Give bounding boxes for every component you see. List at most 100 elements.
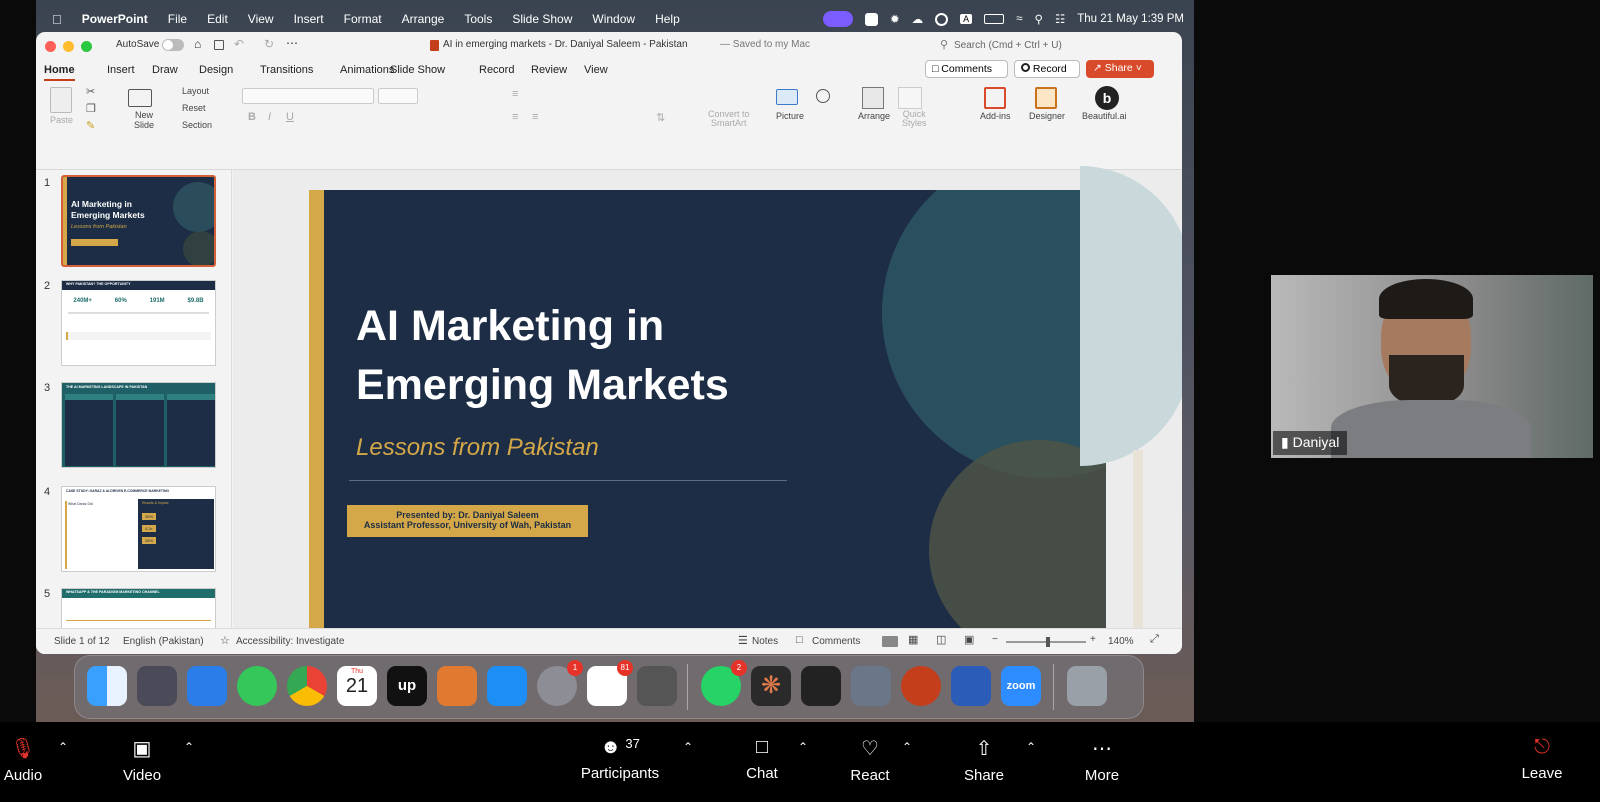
share-options-chevron-icon[interactable]: ⌃ xyxy=(1026,740,1036,754)
participant-video[interactable]: ▮ Daniyal xyxy=(1271,275,1593,458)
zoom-menu-icon[interactable] xyxy=(865,12,879,26)
zoom-app-icon[interactable]: zoom xyxy=(1001,666,1041,706)
finder-icon[interactable] xyxy=(87,666,127,706)
save-icon[interactable] xyxy=(214,40,224,50)
battery-icon[interactable] xyxy=(984,14,1005,24)
section-button[interactable]: Section xyxy=(182,120,212,130)
participants-options-chevron-icon[interactable]: ⌃ xyxy=(683,740,693,754)
more-options-icon[interactable]: ⋯ xyxy=(286,36,298,50)
font-name-dropdown[interactable] xyxy=(242,88,374,104)
wifi-icon[interactable]: ≈ xyxy=(1016,13,1022,25)
home-icon[interactable]: ⌂ xyxy=(194,37,201,51)
minimize-window-button[interactable] xyxy=(63,41,74,52)
tab-design[interactable]: Design xyxy=(199,64,233,76)
normal-view-icon[interactable] xyxy=(882,636,898,647)
zoom-in-icon[interactable]: + xyxy=(1090,634,1096,645)
word-icon[interactable] xyxy=(951,666,991,706)
share-button[interactable]: ↗ Share ˅ xyxy=(1086,60,1154,78)
menu-help[interactable]: Help xyxy=(655,12,680,26)
chrome-icon[interactable] xyxy=(287,666,327,706)
tab-insert[interactable]: Insert xyxy=(107,64,135,76)
menu-app-name[interactable]: PowerPoint xyxy=(82,12,148,26)
upwork-icon[interactable]: up xyxy=(387,666,427,706)
slide-editing-canvas[interactable]: AI Marketing in Emerging Markets Lessons… xyxy=(233,166,1182,654)
menu-window[interactable]: Window xyxy=(592,12,635,26)
spotlight-search-icon[interactable]: ⚲ xyxy=(1035,12,1043,26)
slide-title-line-1[interactable]: AI Marketing in xyxy=(356,302,664,351)
leave-button[interactable]: ⎋ Leave xyxy=(1520,736,1564,782)
email-client-icon[interactable] xyxy=(437,666,477,706)
slide-subtitle[interactable]: Lessons from Pakistan xyxy=(356,434,599,462)
slide-title-line-2[interactable]: Emerging Markets xyxy=(356,361,729,410)
new-slide-label[interactable]: New Slide xyxy=(134,110,154,130)
app-store-icon[interactable] xyxy=(487,666,527,706)
status-comments-button[interactable]: Comments xyxy=(812,636,860,647)
video-options-chevron-icon[interactable]: ⌃ xyxy=(184,740,194,754)
share-screen-button[interactable]: ⇧ Share xyxy=(962,736,1006,784)
zoom-out-icon[interactable]: − xyxy=(992,634,998,645)
more-button[interactable]: ⋯ More xyxy=(1080,736,1124,784)
messages-icon[interactable] xyxy=(237,666,277,706)
bold-icon[interactable]: B xyxy=(248,111,256,123)
designer-icon[interactable] xyxy=(1035,87,1057,109)
participants-button[interactable]: ☻ 37 Participants xyxy=(576,736,664,782)
convert-smartart-button[interactable]: Convert to SmartArt xyxy=(708,110,750,128)
thumbnail-slide-3[interactable]: THE AI MARKETING LANDSCAPE IN PAKISTAN xyxy=(61,382,216,468)
search-icon[interactable]: ⚲ xyxy=(940,38,948,51)
zoom-level[interactable]: 140% xyxy=(1108,636,1134,647)
thumbnail-slide-4[interactable]: CASE STUDY: DARAZ & AI-DRIVEN E-COMMERCE… xyxy=(61,486,216,572)
comments-button[interactable]: □ Comments xyxy=(925,60,1008,78)
notes-button[interactable]: Notes xyxy=(752,636,778,647)
menu-arrange[interactable]: Arrange xyxy=(402,12,445,26)
italic-icon[interactable]: I xyxy=(268,111,271,123)
menu-edit[interactable]: Edit xyxy=(207,12,228,26)
bullets-icon[interactable]: ≡ xyxy=(512,88,518,100)
spreadsheet-app-icon[interactable] xyxy=(801,666,841,706)
presenter-view-icon[interactable]: ▣ xyxy=(964,633,974,646)
thumbnail-slide-1[interactable]: AI Marketing in Emerging Markets Lessons… xyxy=(61,175,216,267)
react-options-chevron-icon[interactable]: ⌃ xyxy=(902,740,912,754)
designer-label[interactable]: Designer xyxy=(1029,111,1065,121)
thumbnail-slide-2[interactable]: WHY PAKISTAN? THE OPPORTUNITY 240M+ 60% … xyxy=(61,280,216,366)
powerpoint-icon[interactable] xyxy=(901,666,941,706)
record-button[interactable]: Record xyxy=(1014,60,1080,78)
whatsapp-icon[interactable]: 2 xyxy=(701,660,747,706)
menubar-datetime[interactable]: Thu 21 May 1:39 PM xyxy=(1077,13,1184,25)
trash-icon[interactable] xyxy=(1067,666,1107,706)
menu-slide-show[interactable]: Slide Show xyxy=(512,12,572,26)
close-window-button[interactable] xyxy=(45,41,56,52)
chat-options-chevron-icon[interactable]: ⌃ xyxy=(798,740,808,754)
grammarly-icon[interactable] xyxy=(935,12,949,26)
react-button[interactable]: ♡ React xyxy=(848,736,892,784)
beautiful-ai-label[interactable]: Beautiful.ai xyxy=(1082,111,1127,121)
reading-view-icon[interactable]: ◫ xyxy=(936,633,946,646)
slide-presenter-box[interactable]: Presented by: Dr. Daniyal Saleem Assista… xyxy=(347,505,588,537)
menu-view[interactable]: View xyxy=(248,12,274,26)
redo-icon[interactable]: ↻ xyxy=(264,37,274,51)
tab-draw[interactable]: Draw xyxy=(152,64,178,76)
menu-tools[interactable]: Tools xyxy=(464,12,492,26)
paste-icon[interactable] xyxy=(50,87,72,113)
align-left-icon[interactable]: ≡ xyxy=(512,111,518,123)
add-ins-icon[interactable] xyxy=(984,87,1006,109)
video-button[interactable]: ▣ Video xyxy=(118,736,166,784)
undo-icon[interactable]: ↶ xyxy=(234,37,244,51)
fit-to-window-icon[interactable]: ⤢ xyxy=(1150,633,1159,646)
cloud-icon[interactable]: ☁ xyxy=(912,12,924,26)
chat-button[interactable]: □ Chat xyxy=(742,736,782,782)
calendar-icon[interactable]: Thu 21 xyxy=(337,666,377,706)
tab-home[interactable]: Home xyxy=(44,64,75,81)
apple-icon[interactable]:  xyxy=(52,12,62,27)
zoom-slider[interactable] xyxy=(1006,637,1086,647)
format-painter-icon[interactable]: ✎ xyxy=(86,119,95,132)
control-center-icon[interactable]: ☷ xyxy=(1055,12,1065,26)
audio-options-chevron-icon[interactable]: ⌃ xyxy=(58,740,68,754)
reminders-icon[interactable]: 81 xyxy=(587,660,633,706)
quick-styles-label[interactable]: Quick Styles xyxy=(902,110,927,128)
claude-icon[interactable]: ❋ xyxy=(751,666,791,706)
screen-share-status-icon[interactable] xyxy=(823,11,854,27)
arrange-icon[interactable] xyxy=(862,87,884,109)
text-direction-icon[interactable]: ⇅ xyxy=(656,111,665,124)
shapes-icon[interactable] xyxy=(816,89,830,103)
document-title[interactable]: AI in emerging markets - Dr. Daniyal Sal… xyxy=(443,39,688,50)
